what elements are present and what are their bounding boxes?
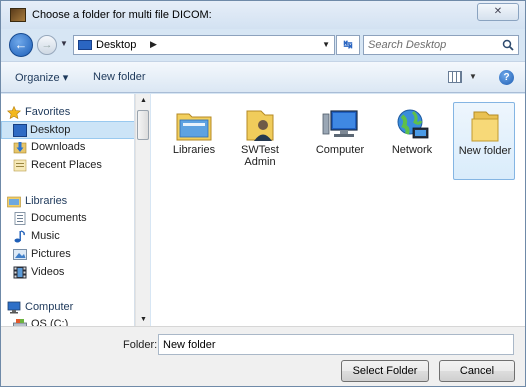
nav-item-label: Pictures — [31, 248, 71, 260]
address-row: ← → ▼ Desktop ▶ ▼ ↹ — [1, 29, 525, 59]
nav-item-label: Libraries — [25, 195, 68, 207]
nav-item-label: Recent Places — [31, 159, 102, 171]
nav-item-desktop[interactable]: Desktop — [1, 121, 134, 139]
search-input[interactable] — [368, 38, 496, 52]
nav-item-recent-places[interactable]: Recent Places — [1, 157, 134, 175]
close-icon: ✕ — [493, 6, 503, 17]
navigation-pane: Favorites Desktop Downloads Recent Place… — [1, 94, 135, 326]
documents-icon — [14, 212, 26, 225]
star-icon — [7, 106, 21, 119]
nav-item-videos[interactable]: Videos — [1, 264, 134, 282]
command-toolbar: Organize ▾ New folder ▼ ? — [1, 61, 525, 93]
nav-item-label: Desktop — [30, 124, 71, 136]
window-title: Choose a folder for multi file DICOM: — [32, 9, 212, 21]
file-item-new-folder[interactable]: New folder — [453, 102, 515, 180]
navigation-scrollbar[interactable]: ▲ ▼ — [135, 94, 150, 326]
file-item-network[interactable]: Network — [381, 102, 443, 180]
back-arrow-icon: ← — [14, 37, 28, 52]
breadcrumb-arrow-icon[interactable]: ▶ — [150, 39, 157, 50]
breadcrumb-desktop[interactable]: Desktop — [96, 39, 136, 51]
scroll-up-arrow-icon[interactable]: ▲ — [140, 97, 147, 104]
search-icon[interactable] — [502, 39, 514, 51]
folder-contents-pane: Libraries SWTest Admin Computer Network … — [151, 94, 525, 326]
libraries-folder-icon — [176, 113, 212, 141]
organize-menu-button[interactable]: Organize ▾ — [15, 71, 68, 84]
pictures-icon — [13, 249, 27, 260]
nav-item-label: Downloads — [31, 141, 86, 153]
back-button[interactable]: ← — [9, 33, 33, 57]
nav-item-downloads[interactable]: Downloads — [1, 139, 134, 157]
new-folder-button[interactable]: New folder — [93, 71, 146, 83]
change-view-icon[interactable] — [448, 71, 462, 83]
cancel-button[interactable]: Cancel — [439, 360, 515, 382]
music-icon — [14, 230, 25, 243]
help-button[interactable]: ? — [499, 70, 514, 85]
scrollbar-thumb[interactable] — [137, 110, 149, 140]
computer-icon — [7, 301, 21, 314]
file-item-label: Network — [391, 144, 433, 156]
refresh-icon: ↹ — [343, 39, 353, 51]
nav-item-os-drive[interactable]: OS (C:) — [1, 316, 134, 326]
nav-item-computer[interactable]: Computer — [1, 299, 134, 317]
refresh-button[interactable]: ↹ — [336, 35, 360, 55]
address-dropdown-icon[interactable]: ▼ — [322, 40, 330, 49]
folder-picker-dialog: Choose a folder for multi file DICOM: ✕ … — [0, 0, 526, 387]
select-folder-button[interactable]: Select Folder — [341, 360, 429, 382]
file-item-libraries[interactable]: Libraries — [163, 102, 225, 180]
nav-item-label: Music — [31, 230, 60, 242]
nav-item-music[interactable]: Music — [1, 228, 134, 246]
nav-item-libraries[interactable]: Libraries — [1, 193, 134, 211]
nav-item-label: Documents — [31, 212, 87, 224]
drive-icon — [13, 319, 27, 326]
computer-icon — [322, 110, 358, 137]
libraries-icon — [7, 196, 21, 208]
forward-button[interactable]: → — [37, 35, 57, 55]
forward-arrow-icon: → — [41, 39, 53, 51]
app-icon — [10, 8, 26, 22]
folder-icon — [471, 111, 499, 142]
title-bar: Choose a folder for multi file DICOM: ✕ — [1, 1, 525, 29]
nav-item-pictures[interactable]: Pictures — [1, 246, 134, 264]
videos-icon — [13, 266, 27, 279]
desktop-icon — [13, 124, 27, 137]
user-folder-icon — [246, 110, 274, 141]
view-options-dropdown[interactable]: ▼ — [469, 72, 477, 81]
search-box[interactable] — [363, 35, 519, 55]
file-item-computer[interactable]: Computer — [309, 102, 371, 180]
downloads-icon — [13, 142, 27, 154]
nav-item-label: OS (C:) — [31, 318, 69, 326]
file-item-label: New folder — [458, 145, 512, 157]
scroll-down-arrow-icon[interactable]: ▼ — [140, 316, 147, 323]
desktop-icon — [78, 40, 92, 50]
recent-places-icon — [13, 159, 27, 172]
folder-label: Folder: — [123, 339, 158, 351]
address-bar[interactable]: Desktop ▶ ▼ — [73, 35, 335, 55]
close-button[interactable]: ✕ — [477, 3, 519, 21]
nav-item-documents[interactable]: Documents — [1, 210, 134, 228]
nav-item-label: Computer — [25, 301, 74, 313]
file-item-label: SWTest Admin — [241, 144, 279, 168]
recent-locations-dropdown[interactable]: ▼ — [60, 39, 68, 48]
dialog-footer: Folder: Select Folder Cancel — [1, 326, 525, 386]
folder-name-input[interactable] — [163, 338, 503, 352]
file-item-swtest-admin[interactable]: SWTest Admin — [229, 102, 291, 180]
folder-field[interactable] — [158, 334, 514, 355]
network-icon — [397, 109, 429, 139]
nav-item-label: Videos — [31, 266, 65, 278]
nav-item-favorites[interactable]: Favorites — [1, 104, 134, 122]
file-item-label: Computer — [315, 144, 365, 156]
file-item-label: Libraries — [172, 144, 216, 156]
nav-item-label: Favorites — [25, 106, 71, 118]
